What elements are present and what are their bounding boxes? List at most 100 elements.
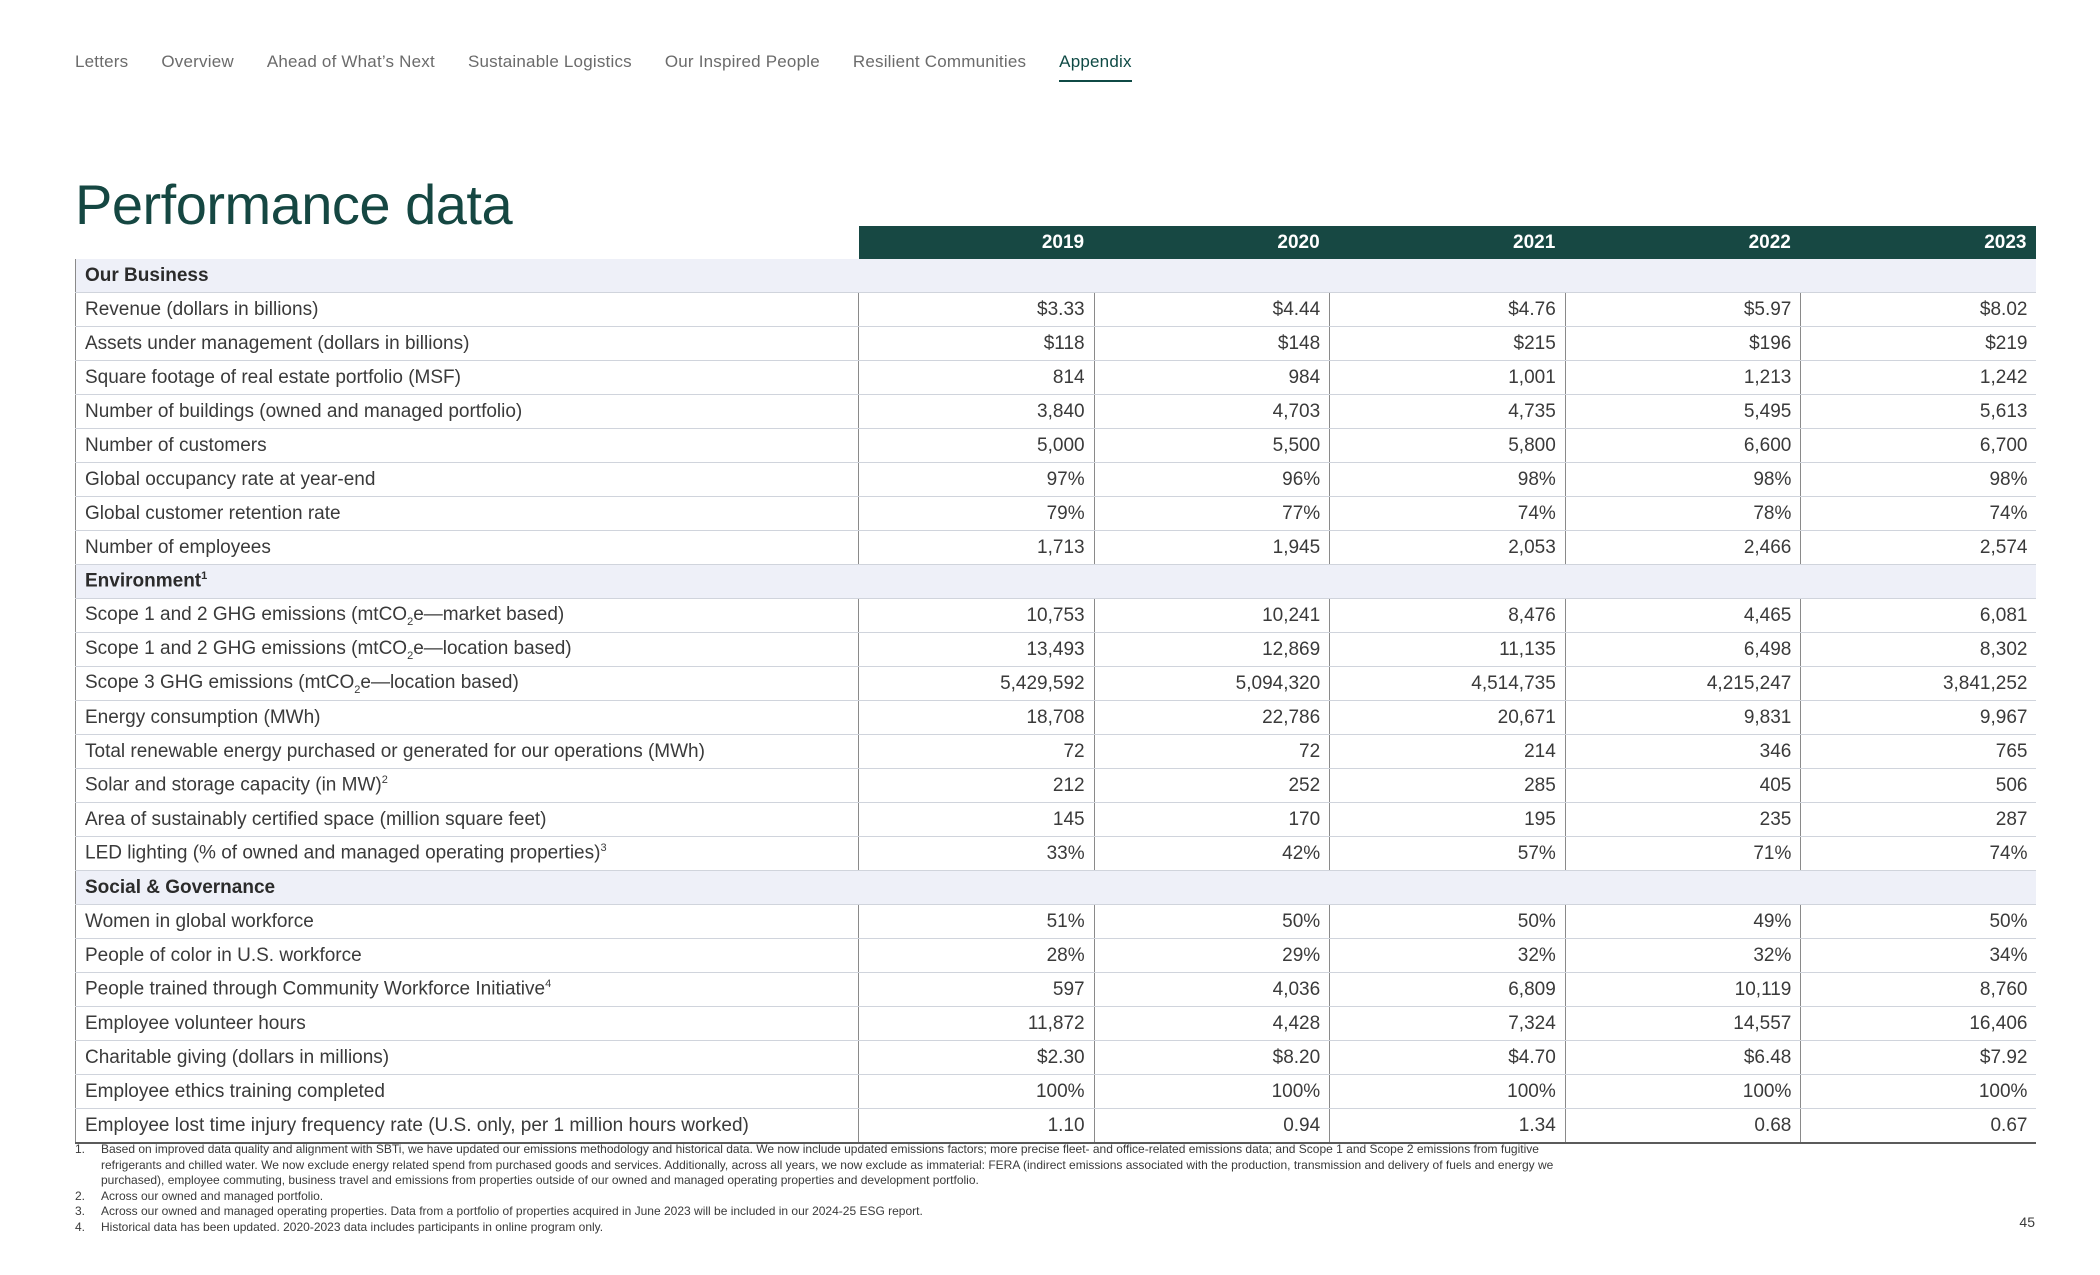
value-cell: 77% — [1094, 496, 1331, 531]
nav-item-ahead-of-what-s-next[interactable]: Ahead of What’s Next — [267, 52, 435, 82]
year-header: 2019 — [858, 226, 1095, 259]
row-label-text: LED lighting (% of owned and managed ope… — [85, 842, 601, 864]
row-label: People of color in U.S. workforce — [75, 938, 859, 973]
row-label: Total renewable energy purchased or gene… — [75, 734, 859, 769]
value-cell: 71% — [1565, 836, 1802, 871]
table-row: Global occupancy rate at year-end 97% 96% 9… — [75, 462, 2037, 497]
value-cell: 79% — [858, 496, 1095, 531]
footnote-number: 2. — [75, 1188, 86, 1203]
value-cell: 2,574 — [1800, 530, 2037, 565]
row-label: Assets under management (dollars in bill… — [75, 326, 859, 361]
value-cell: 100% — [1094, 1074, 1331, 1109]
row-label-text: Employee volunteer hours — [85, 1012, 306, 1034]
value-cell: 32% — [1329, 938, 1566, 973]
value-cell: $215 — [1329, 326, 1566, 361]
value-cell: 9,967 — [1800, 700, 2037, 735]
value-cell: 506 — [1800, 768, 2037, 803]
section-header-row: Environment1 — [75, 564, 2037, 599]
table-row: Scope 1 and 2 GHG emissions (mtCO2e—loca… — [75, 632, 2037, 667]
row-label-text: Total renewable energy purchased or gene… — [85, 740, 705, 762]
value-cell: $2.30 — [858, 1040, 1095, 1075]
footnote-text: Based on improved data quality and align… — [101, 1142, 1554, 1187]
value-cell: 100% — [1329, 1074, 1566, 1109]
value-cell: 50% — [1094, 904, 1331, 939]
row-label: Number of customers — [75, 428, 859, 463]
value-cell: 20,671 — [1329, 700, 1566, 735]
value-cell: 16,406 — [1800, 1006, 2037, 1041]
value-cell: 2,053 — [1329, 530, 1566, 565]
row-label: Scope 1 and 2 GHG emissions (mtCO2e—loca… — [75, 632, 859, 667]
row-label-text: Scope 1 and 2 GHG emissions (mtCO — [85, 603, 408, 625]
row-label: Square footage of real estate portfolio … — [75, 360, 859, 395]
value-cell: 32% — [1565, 938, 1802, 973]
row-label: LED lighting (% of owned and managed ope… — [75, 836, 859, 871]
row-label: Charitable giving (dollars in millions) — [75, 1040, 859, 1075]
footnote: 1. Based on improved data quality and ali… — [75, 1142, 1595, 1189]
row-label-text: People trained through Community Workfor… — [85, 978, 546, 1000]
nav-item-overview[interactable]: Overview — [161, 52, 233, 82]
value-cell: 7,324 — [1329, 1006, 1566, 1041]
table-row: Area of sustainably certified space (mil… — [75, 802, 2037, 837]
value-cell: 287 — [1800, 802, 2037, 837]
value-cell: 5,613 — [1800, 394, 2037, 429]
value-cell: 252 — [1094, 768, 1331, 803]
top-nav: Letters Overview Ahead of What’s Next Susta… — [75, 52, 1165, 82]
footnote-text: Across our owned and managed operating p… — [101, 1204, 923, 1218]
table-row: Energy consumption (MWh) 18,708 22,786 20,6… — [75, 700, 2037, 735]
value-cell: $118 — [858, 326, 1095, 361]
value-cell: 195 — [1329, 802, 1566, 837]
value-cell: 98% — [1565, 462, 1802, 497]
value-cell: 42% — [1094, 836, 1331, 871]
value-cell: 6,498 — [1565, 632, 1802, 667]
row-label: Solar and storage capacity (in MW)2 — [75, 768, 859, 803]
section-header-row: Social & Governance — [75, 870, 2037, 905]
year-header: 2020 — [1094, 226, 1330, 259]
table-row: LED lighting (% of owned and managed ope… — [75, 836, 2037, 871]
value-cell: 96% — [1094, 462, 1331, 497]
value-cell: 4,215,247 — [1565, 666, 1802, 701]
value-cell: 72 — [1094, 734, 1331, 769]
nav-item-appendix[interactable]: Appendix — [1059, 52, 1132, 82]
footnote-marker: 1 — [201, 570, 208, 583]
section-title: Social & Governance — [75, 870, 2037, 905]
footnote: 2. Across our owned and managed portfolio… — [75, 1189, 1595, 1205]
value-cell: 22,786 — [1094, 700, 1331, 735]
value-cell: 0.68 — [1565, 1108, 1802, 1144]
value-cell: 5,500 — [1094, 428, 1331, 463]
value-cell: 2,466 — [1565, 530, 1802, 565]
value-cell: 34% — [1800, 938, 2037, 973]
nav-item-our-inspired-people[interactable]: Our Inspired People — [665, 52, 820, 82]
value-cell: 6,809 — [1329, 972, 1566, 1007]
value-cell: 235 — [1565, 802, 1802, 837]
section-title-text: Our Business — [85, 264, 209, 286]
table-row: Global customer retention rate 79% 77% 74% 7… — [75, 496, 2037, 531]
value-cell: 214 — [1329, 734, 1566, 769]
row-label-text: Global customer retention rate — [85, 502, 341, 524]
nav-item-letters[interactable]: Letters — [75, 52, 128, 82]
section-header-row: Our Business — [75, 259, 2037, 293]
value-cell: $219 — [1800, 326, 2037, 361]
footnote-text: Across our owned and managed portfolio. — [101, 1188, 324, 1203]
value-cell: 8,476 — [1329, 598, 1566, 633]
row-label-text: Number of customers — [85, 434, 267, 456]
row-label-text: Global occupancy rate at year-end — [85, 468, 376, 490]
value-cell: 0.67 — [1800, 1108, 2037, 1144]
value-cell: $4.44 — [1094, 292, 1331, 327]
value-cell: 1.10 — [858, 1108, 1095, 1144]
value-cell: 10,753 — [858, 598, 1095, 633]
value-cell: 8,302 — [1800, 632, 2037, 667]
table-row: Women in global workforce 51% 50% 50% 49% 50% — [75, 904, 2037, 939]
value-cell: 346 — [1565, 734, 1802, 769]
footnote-number: 4. — [75, 1219, 86, 1234]
footnote-number: 1. — [75, 1142, 86, 1156]
row-label-text: Charitable giving (dollars in millions) — [85, 1046, 390, 1068]
value-cell: 29% — [1094, 938, 1331, 973]
row-label-text: e—market based) — [413, 603, 565, 625]
nav-item-resilient-communities[interactable]: Resilient Communities — [853, 52, 1026, 82]
value-cell: $4.76 — [1329, 292, 1566, 327]
row-label: Energy consumption (MWh) — [75, 700, 859, 735]
value-cell: 11,135 — [1329, 632, 1566, 667]
value-cell: 10,119 — [1565, 972, 1802, 1007]
nav-item-sustainable-logistics[interactable]: Sustainable Logistics — [468, 52, 632, 82]
value-cell: 4,735 — [1329, 394, 1566, 429]
